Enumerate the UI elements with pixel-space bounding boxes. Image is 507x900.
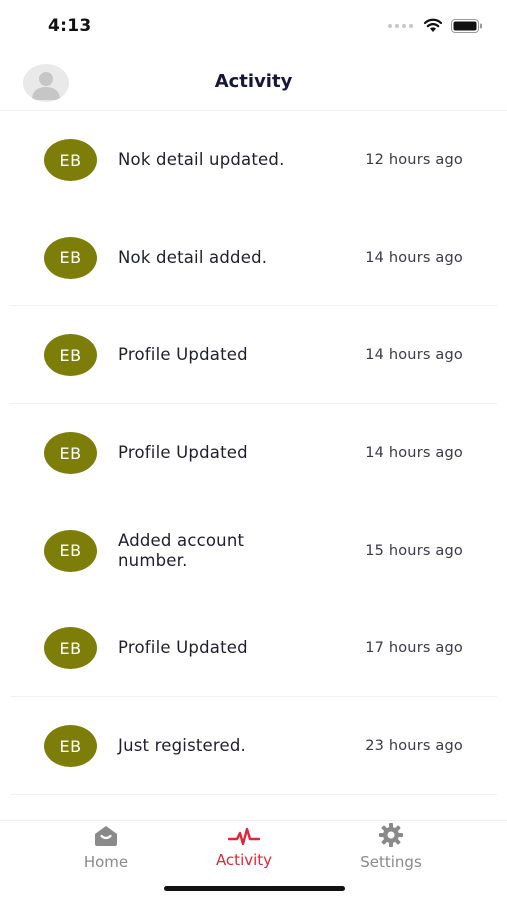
- tab-activity[interactable]: Activity: [184, 821, 304, 873]
- initials-badge: EB: [44, 725, 97, 768]
- activity-item[interactable]: EB Profile Updated 14 hours ago: [0, 404, 507, 502]
- activity-timestamp: 14 hours ago: [365, 347, 463, 364]
- initials-badge: EB: [44, 236, 97, 279]
- activity-timestamp: 15 hours ago: [365, 542, 463, 559]
- activity-list: EB Nok detail updated. 12 hours ago EB N…: [0, 111, 507, 795]
- home-icon: [92, 822, 120, 848]
- tab-label: Home: [83, 853, 129, 871]
- activity-description: Nok detail updated.: [118, 149, 285, 169]
- activity-pulse-icon: [228, 822, 260, 848]
- battery-icon: [451, 18, 482, 33]
- cellular-signal-icon: [388, 23, 413, 28]
- gear-icon: [378, 822, 404, 848]
- tab-label: Activity: [215, 851, 273, 869]
- activity-timestamp: 12 hours ago: [365, 151, 463, 168]
- activity-description: Added account number.: [118, 530, 245, 570]
- status-bar: 4:13: [0, 0, 507, 55]
- activity-description: Profile Updated: [118, 638, 248, 658]
- activity-description: Profile Updated: [118, 345, 248, 365]
- activity-timestamp: 14 hours ago: [365, 444, 463, 461]
- activity-description: Just registered.: [118, 735, 246, 755]
- initials-badge: EB: [44, 334, 97, 377]
- activity-timestamp: 17 hours ago: [365, 640, 463, 657]
- wifi-icon: [423, 18, 443, 32]
- status-indicators: [388, 18, 483, 33]
- home-indicator[interactable]: [164, 886, 345, 891]
- header: Activity: [0, 55, 507, 111]
- activity-item[interactable]: EB Profile Updated 14 hours ago: [0, 306, 507, 405]
- activity-item[interactable]: EB Just registered. 23 hours ago: [0, 697, 507, 795]
- activity-item[interactable]: EB Added account number. 15 hours ago: [0, 502, 507, 600]
- status-time: 4:13: [48, 16, 92, 36]
- activity-description: Profile Updated: [118, 442, 248, 462]
- activity-timestamp: 23 hours ago: [365, 737, 463, 754]
- activity-item[interactable]: EB Profile Updated 17 hours ago: [0, 599, 507, 698]
- initials-badge: EB: [44, 529, 97, 572]
- activity-description: Nok detail added.: [118, 247, 268, 267]
- tab-home[interactable]: Home: [46, 821, 166, 873]
- initials-badge: EB: [44, 139, 97, 181]
- divider: [10, 793, 497, 795]
- tab-label: Settings: [360, 853, 422, 871]
- activity-item[interactable]: EB Nok detail added. 14 hours ago: [0, 209, 507, 307]
- initials-badge: EB: [44, 627, 97, 670]
- activity-timestamp: 14 hours ago: [365, 249, 463, 266]
- tab-settings[interactable]: Settings: [331, 821, 451, 873]
- page-title: Activity: [214, 71, 293, 92]
- initials-badge: EB: [44, 432, 97, 475]
- activity-item[interactable]: EB Nok detail updated. 12 hours ago: [0, 111, 507, 209]
